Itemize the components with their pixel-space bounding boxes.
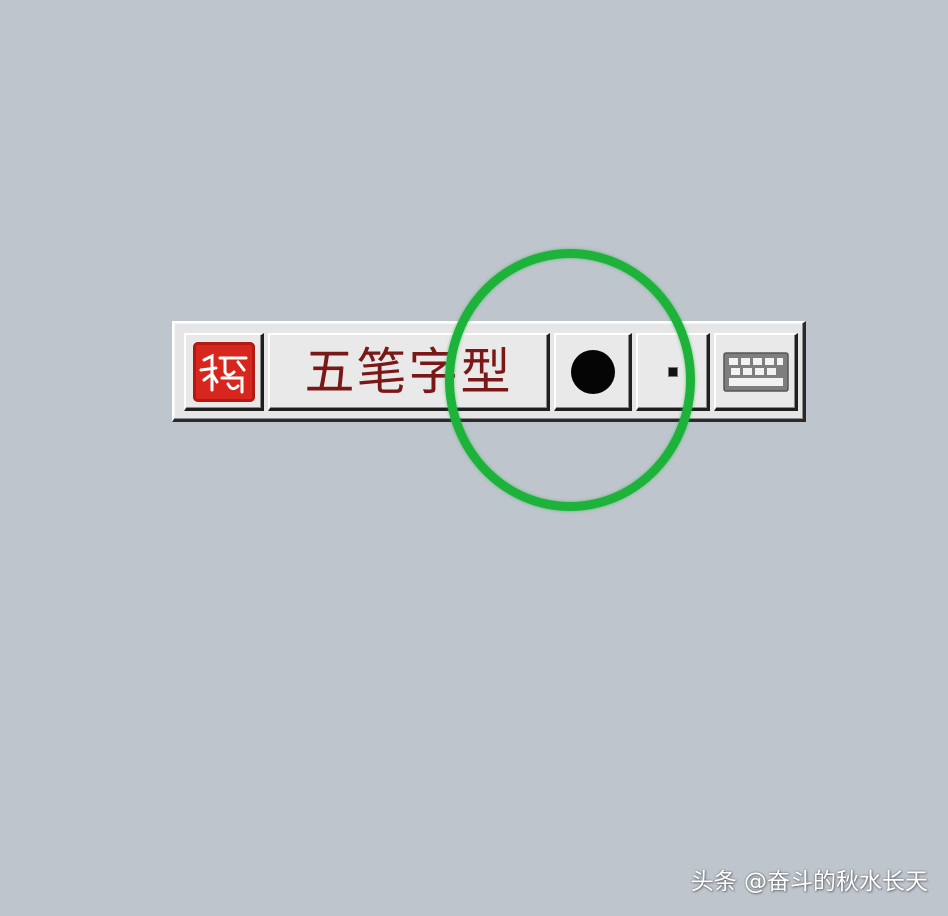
- ime-status-bar: 五笔字型: [172, 321, 806, 422]
- full-half-width-toggle[interactable]: [554, 333, 632, 411]
- ime-seal-logo-icon: [192, 341, 255, 402]
- input-mode-label: 五笔字型: [304, 342, 513, 401]
- input-mode-button[interactable]: 五笔字型: [268, 333, 550, 411]
- punctuation-dot-icon: [667, 366, 678, 377]
- keyboard-icon: [722, 351, 789, 392]
- watermark: 头条 @奋斗的秋水长天: [690, 869, 928, 895]
- punctuation-toggle[interactable]: [636, 333, 710, 411]
- soft-keyboard-button[interactable]: [714, 333, 798, 411]
- full-width-dot-icon: [570, 349, 615, 394]
- ime-logo-button[interactable]: [184, 333, 264, 411]
